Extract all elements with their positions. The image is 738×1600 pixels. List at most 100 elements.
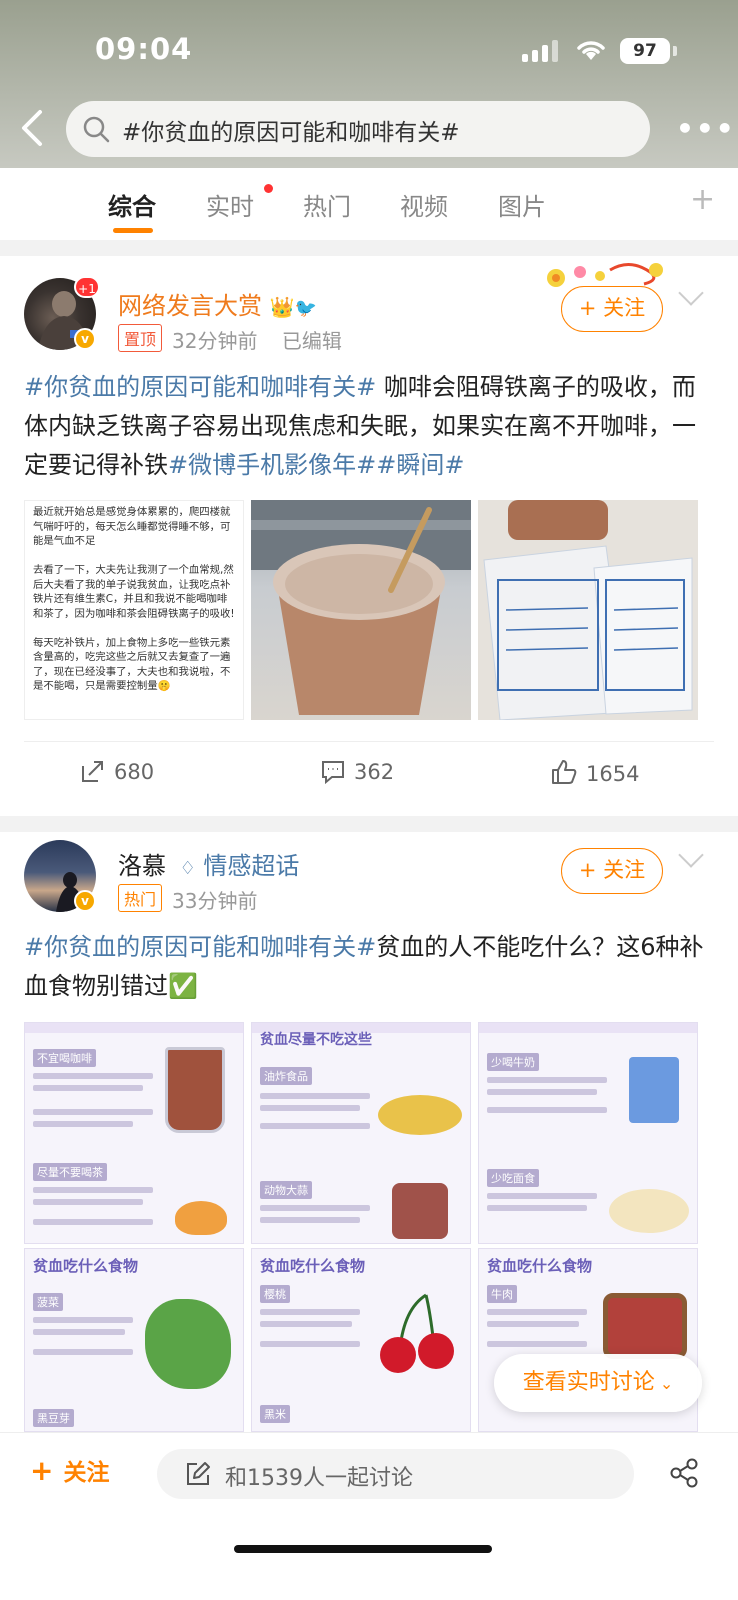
poster-label: 黑米 xyxy=(260,1405,290,1423)
tab-comprehensive[interactable]: 综合 xyxy=(108,187,156,222)
poster-line xyxy=(33,1349,133,1355)
medicine-bags-illustration xyxy=(483,500,693,720)
poster-label: 尽量不要喝茶 xyxy=(33,1163,107,1181)
repost-button[interactable]: 680 xyxy=(80,758,154,784)
cherries-icon xyxy=(380,1293,454,1373)
tab-images[interactable]: 图片 xyxy=(498,187,546,222)
chevron-down-icon[interactable] xyxy=(678,280,704,306)
poster-label: 樱桃 xyxy=(260,1285,290,1303)
topic-follow-button[interactable]: + 关注 xyxy=(30,1453,109,1487)
post-image-poster[interactable]: 不宜喝咖啡 尽量不要喝茶 xyxy=(24,1022,244,1244)
poster-label: 牛肉 xyxy=(487,1285,517,1303)
search-bar[interactable]: #你贫血的原因可能和咖啡有关# xyxy=(66,101,650,157)
post-image-medicine[interactable] xyxy=(478,500,698,720)
poster-line xyxy=(33,1109,153,1115)
username-text: 网络发言大赏 xyxy=(118,292,262,320)
topic-follow-label: 关注 xyxy=(63,1460,110,1486)
add-tab-icon[interactable]: + xyxy=(690,182,715,217)
back-icon[interactable] xyxy=(18,108,48,148)
home-indicator xyxy=(234,1545,492,1553)
battery-indicator: 97 xyxy=(620,38,670,64)
post-image-poster[interactable]: 贫血吃什么食物 菠菜 黑豆芽 xyxy=(24,1248,244,1432)
poster-label: 动物大蒜 xyxy=(260,1181,312,1199)
poster-line xyxy=(487,1321,579,1327)
wifi-icon xyxy=(577,41,605,60)
bottom-bar: + 关注 和1539人一起讨论 xyxy=(0,1432,738,1600)
crown-icon: 👑 xyxy=(269,295,295,319)
plus-icon: + xyxy=(30,1454,54,1487)
post-image-coffee[interactable] xyxy=(251,500,471,720)
poster-line xyxy=(33,1199,143,1205)
comment-icon xyxy=(322,761,344,785)
poster-line xyxy=(260,1205,370,1211)
post-time: 33分钟前 xyxy=(172,889,258,913)
post-username[interactable]: 网络发言大赏 👑🐦 xyxy=(118,286,317,321)
poster-line xyxy=(260,1105,360,1111)
battery-tip xyxy=(673,46,677,56)
post-image-poster[interactable]: 贫血尽量不吃这些 油炸食品 动物大蒜 xyxy=(251,1022,471,1244)
post-image-poster[interactable]: 少喝牛奶 少吃面食 xyxy=(478,1022,698,1244)
follow-button[interactable]: + 关注 xyxy=(561,848,663,894)
poster-line xyxy=(487,1341,587,1347)
poster-title: 贫血吃什么食物 xyxy=(260,1257,366,1275)
topic-link[interactable]: #你贫血的原因可能和咖啡有关# xyxy=(24,933,376,961)
fried-food-icon xyxy=(378,1095,462,1135)
post-card: +1 v 网络发言大赏 👑🐦 置顶 32分钟前 已编辑 + 关注 #你贫血的原因可… xyxy=(0,256,738,816)
topic-link[interactable]: #你贫血的原因可能和咖啡有关# xyxy=(24,373,376,401)
note-text: 最近就开始总是感觉身体累累的，爬四楼就气喘吁吁的，每天怎么睡都觉得睡不够，可能是… xyxy=(33,506,235,692)
poster-line xyxy=(487,1107,607,1113)
steamed-buns-icon xyxy=(609,1189,689,1233)
teapot-icon xyxy=(175,1201,227,1235)
comment-button[interactable]: 362 xyxy=(320,758,395,785)
poster-line xyxy=(260,1123,370,1129)
share-icon[interactable] xyxy=(668,1457,700,1489)
username-text: 洛慕 xyxy=(118,852,166,880)
poster-line xyxy=(33,1317,133,1323)
topic-link[interactable]: #微博手机影像年##瞬间# xyxy=(168,451,464,479)
post-meta: 置顶 32分钟前 已编辑 xyxy=(118,324,342,354)
poster-line xyxy=(260,1341,360,1347)
discuss-placeholder: 和1539人一起讨论 xyxy=(225,1466,413,1491)
poster-label: 菠菜 xyxy=(33,1293,63,1311)
beef-icon xyxy=(603,1293,687,1359)
poster-line xyxy=(260,1321,352,1327)
thumbs-up-icon xyxy=(552,760,577,784)
iced-coffee-icon xyxy=(165,1047,225,1133)
coffee-cup-illustration xyxy=(251,500,471,715)
poster-line xyxy=(487,1077,607,1083)
discuss-input[interactable]: 和1539人一起讨论 xyxy=(157,1449,634,1499)
tab-realtime[interactable]: 实时 xyxy=(206,187,254,222)
poster-line xyxy=(33,1219,153,1225)
like-button[interactable]: 1654 xyxy=(550,758,639,786)
chevron-down-icon[interactable] xyxy=(678,842,704,868)
poster-title: 贫血吃什么食物 xyxy=(487,1257,593,1275)
poster-line xyxy=(260,1217,360,1223)
active-tab-indicator xyxy=(113,228,153,233)
post-image-poster[interactable]: 贫血吃什么食物 樱桃 黑米 xyxy=(251,1248,471,1432)
poster-line xyxy=(33,1329,125,1335)
poster-label: 油炸食品 xyxy=(260,1067,312,1085)
like-count: 1654 xyxy=(586,762,640,786)
super-topic-link[interactable]: ♢ 情感超话 xyxy=(180,852,300,880)
pinned-tag: 置顶 xyxy=(118,324,163,352)
poster-line xyxy=(487,1309,587,1315)
poster-line xyxy=(33,1073,153,1079)
post-time: 32分钟前 xyxy=(172,329,258,353)
poster-line xyxy=(487,1193,597,1199)
realtime-discussion-label: 查看实时讨论 xyxy=(522,1370,655,1395)
post-image-note[interactable]: 最近就开始总是感觉身体累累的，爬四楼就气喘吁吁的，每天怎么睡都觉得睡不够，可能是… xyxy=(24,500,244,720)
repost-icon xyxy=(82,761,103,782)
poster-header xyxy=(479,1023,697,1033)
comment-count: 362 xyxy=(354,760,395,784)
realtime-discussion-button[interactable]: 查看实时讨论 ⌄ xyxy=(494,1354,702,1412)
tab-hot[interactable]: 热门 xyxy=(303,187,351,222)
poster-title: 贫血吃什么食物 xyxy=(33,1257,139,1275)
edit-icon xyxy=(187,1462,210,1485)
more-options-icon[interactable]: ••• xyxy=(676,112,736,145)
hot-tag: 热门 xyxy=(118,884,163,912)
follow-button[interactable]: + 关注 xyxy=(561,286,663,332)
verified-badge-icon: v xyxy=(74,890,96,912)
repost-count: 680 xyxy=(114,760,155,784)
tab-video[interactable]: 视频 xyxy=(400,187,448,222)
post-username[interactable]: 洛慕 ♢ 情感超话 xyxy=(118,846,299,881)
